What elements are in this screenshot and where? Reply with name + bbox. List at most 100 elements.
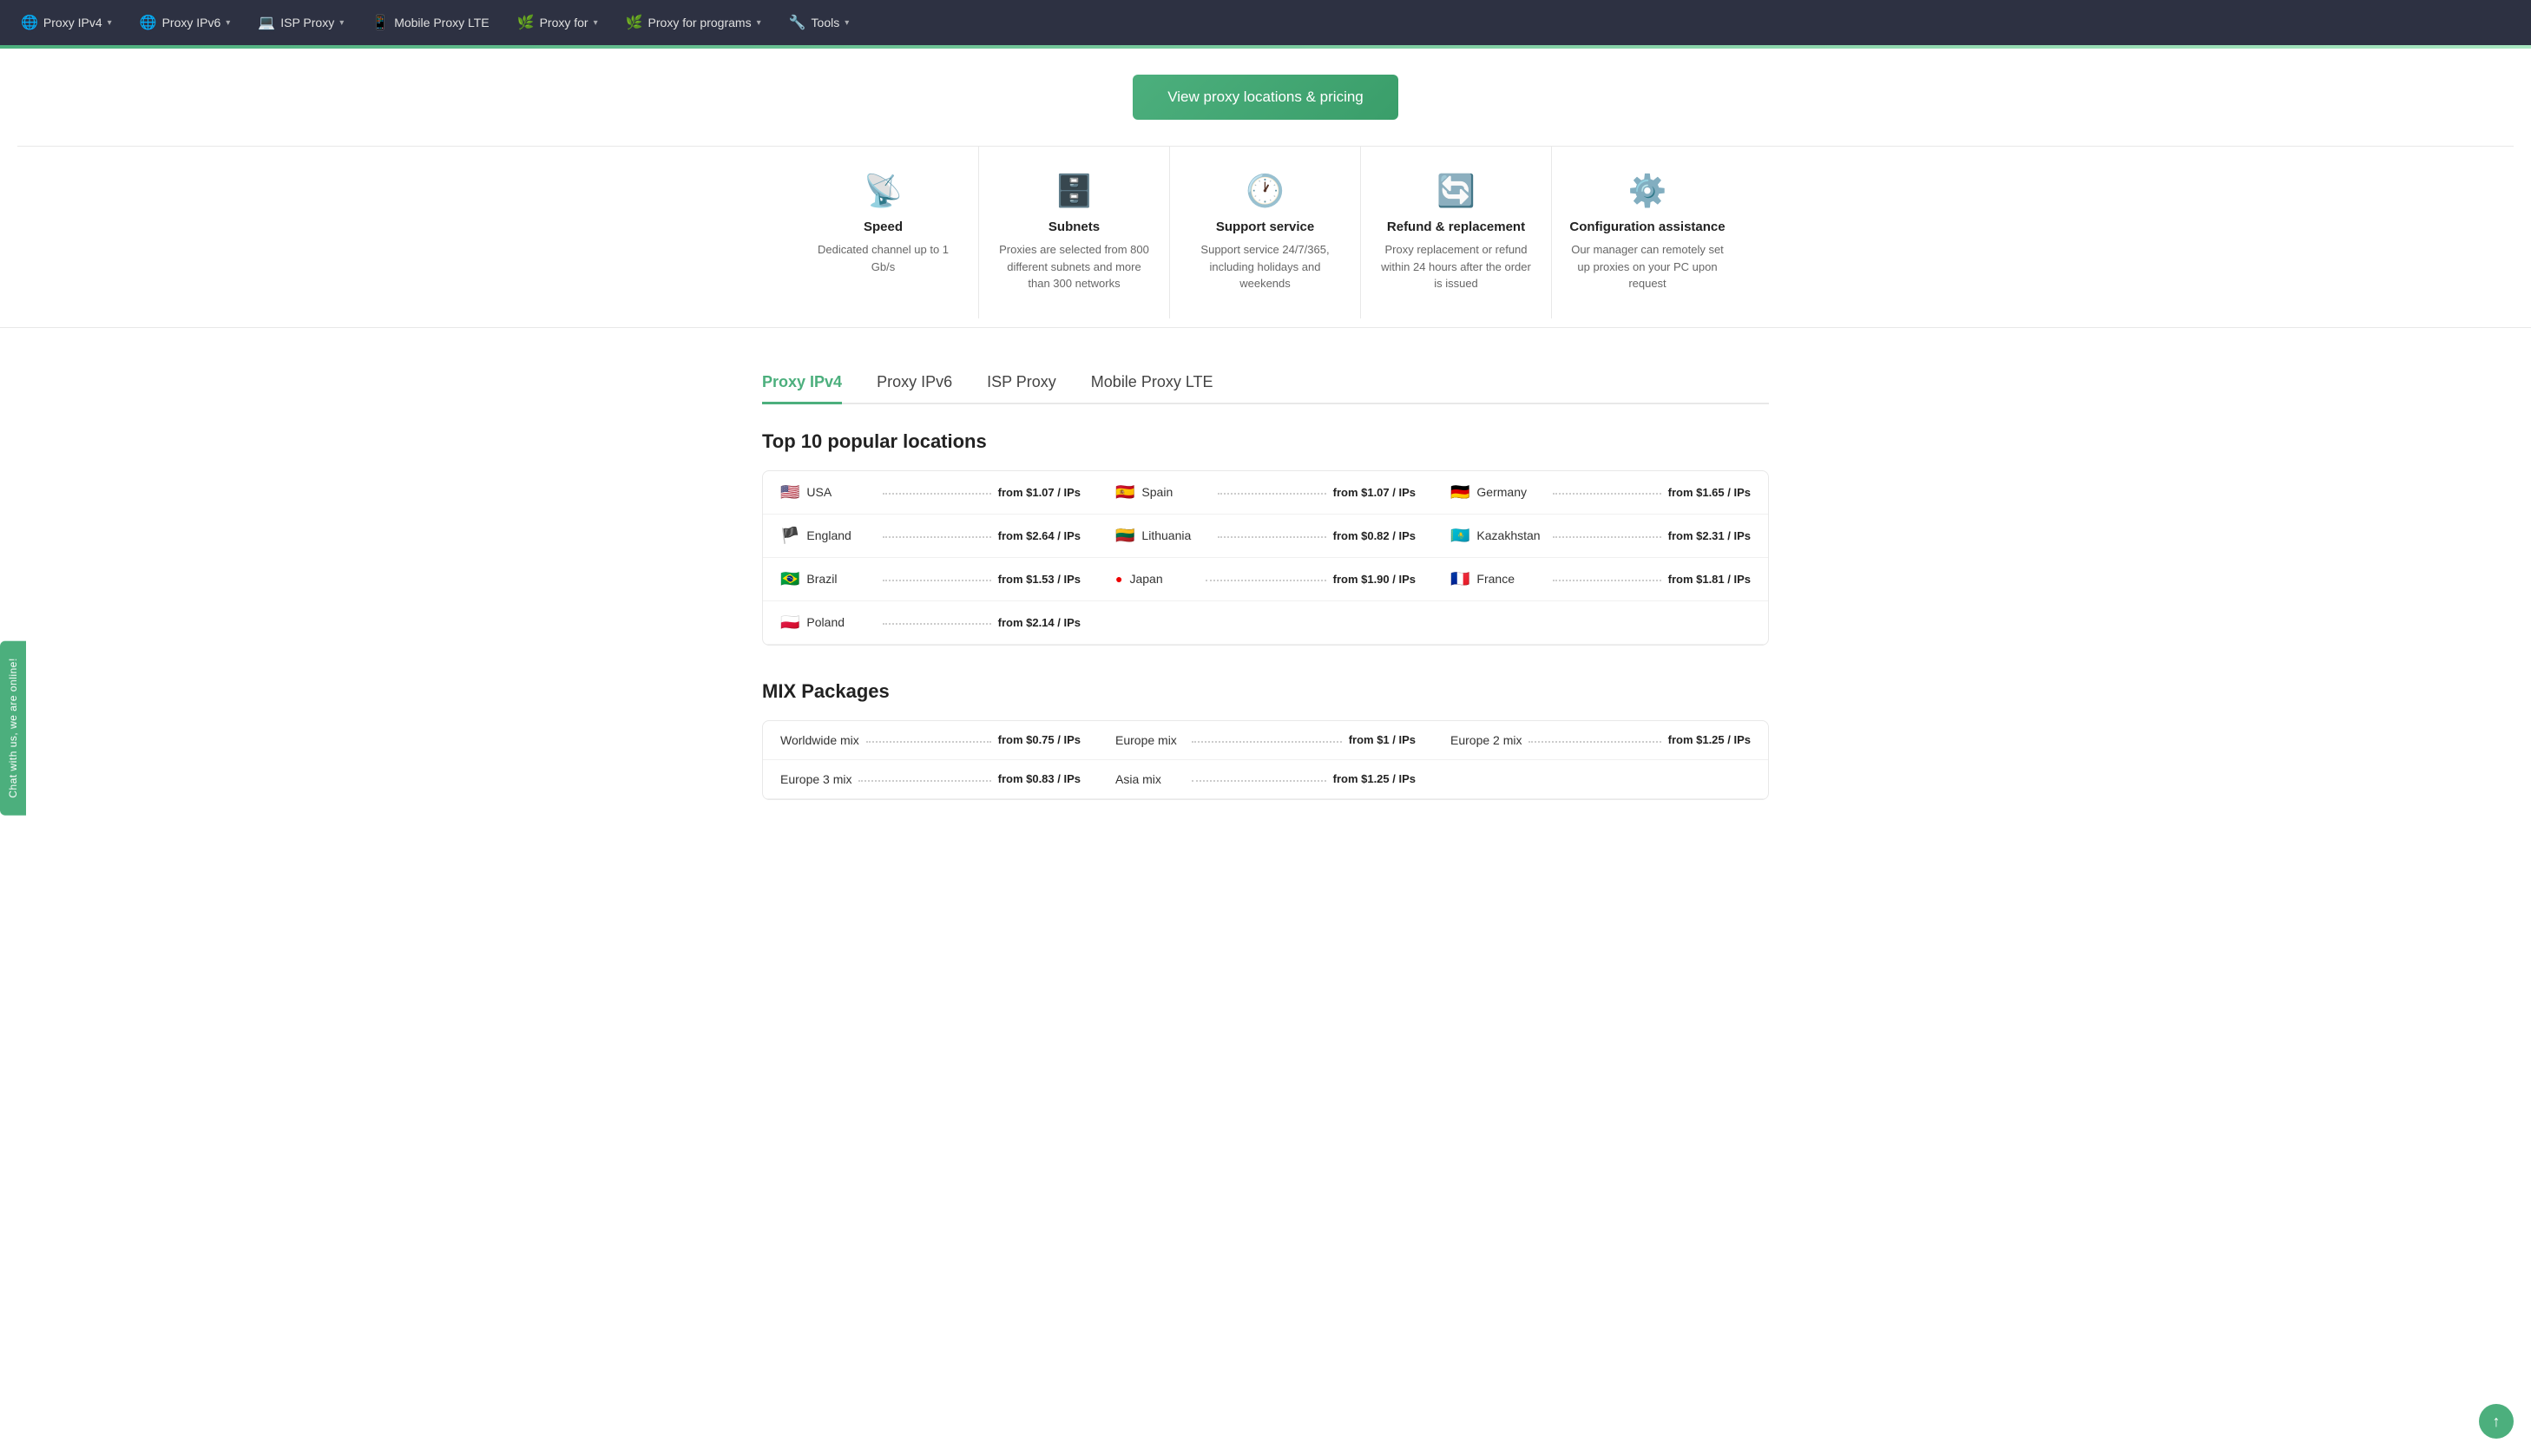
price-england: from $2.64 / IPs (998, 529, 1081, 542)
dots-asia (1192, 780, 1326, 782)
nav-item-tools[interactable]: 🔧 Tools ▾ (777, 7, 862, 38)
mix-europe[interactable]: Europe mix from $1 / IPs (1098, 721, 1433, 760)
price-lithuania: from $0.82 / IPs (1333, 529, 1416, 542)
flag-spain: 🇪🇸 (1115, 483, 1134, 502)
tab-ipv6[interactable]: Proxy IPv6 (877, 363, 952, 404)
flag-usa: 🇺🇸 (780, 483, 799, 502)
flag-japan: ● (1115, 572, 1122, 586)
name-europe: Europe mix (1115, 733, 1185, 747)
location-germany[interactable]: 🇩🇪 Germany from $1.65 / IPs (1433, 471, 1768, 515)
price-europe2: from $1.25 / IPs (1668, 733, 1751, 746)
navigation-bar: 🌐 Proxy IPv4 ▾ 🌐 Proxy IPv6 ▾ 💻 ISP Prox… (0, 0, 2531, 45)
location-japan[interactable]: ● Japan from $1.90 / IPs (1098, 558, 1433, 601)
dots-usa (883, 493, 990, 495)
feature-speed-desc: Dedicated channel up to 1 Gb/s (805, 241, 961, 275)
price-germany: from $1.65 / IPs (1668, 486, 1751, 499)
name-lithuania: Lithuania (1141, 528, 1211, 542)
nav-item-isp[interactable]: 💻 ISP Proxy ▾ (246, 7, 356, 38)
nav-item-ipv6[interactable]: 🌐 Proxy IPv6 ▾ (128, 7, 243, 38)
tab-ipv4[interactable]: Proxy IPv4 (762, 363, 842, 404)
chevron-down-icon: ▾ (108, 18, 112, 28)
refund-icon: 🔄 (1378, 173, 1534, 209)
price-kazakhstan: from $2.31 / IPs (1668, 529, 1751, 542)
name-poland: Poland (806, 615, 876, 629)
chevron-down-icon-3: ▾ (339, 18, 344, 28)
dots-france (1553, 580, 1660, 581)
location-poland[interactable]: 🇵🇱 Poland from $2.14 / IPs (763, 601, 1098, 645)
dots-worldwide (866, 741, 991, 743)
dots-europe3 (858, 780, 990, 782)
location-usa[interactable]: 🇺🇸 USA from $1.07 / IPs (763, 471, 1098, 515)
mix-europe3[interactable]: Europe 3 mix from $0.83 / IPs (763, 760, 1098, 799)
mix-asia[interactable]: Asia mix from $1.25 / IPs (1098, 760, 1433, 799)
name-worldwide: Worldwide mix (780, 733, 859, 747)
dots-spain (1218, 493, 1325, 495)
location-england[interactable]: 🏴 England from $2.64 / IPs (763, 515, 1098, 558)
price-europe: from $1 / IPs (1349, 733, 1416, 746)
feature-speed-title: Speed (805, 220, 961, 234)
location-empty-2 (1433, 601, 1768, 645)
view-locations-button[interactable]: View proxy locations & pricing (1133, 75, 1398, 120)
popular-locations-title: Top 10 popular locations (762, 430, 1769, 453)
name-england: England (806, 528, 876, 542)
price-usa: from $1.07 / IPs (998, 486, 1081, 499)
price-brazil: from $1.53 / IPs (998, 573, 1081, 586)
leaf-icon-2: 🌿 (626, 14, 643, 31)
name-brazil: Brazil (806, 572, 876, 586)
name-europe3: Europe 3 mix (780, 772, 851, 786)
feature-refund-title: Refund & replacement (1378, 220, 1534, 234)
scroll-to-top-button[interactable]: ↑ (2479, 1404, 2514, 1439)
locations-grid: 🇺🇸 USA from $1.07 / IPs 🇪🇸 Spain from $1… (762, 470, 1769, 646)
tabs-section: Proxy IPv4 Proxy IPv6 ISP Proxy Mobile P… (745, 363, 1786, 404)
price-france: from $1.81 / IPs (1668, 573, 1751, 586)
feature-speed: 📡 Speed Dedicated channel up to 1 Gb/s (788, 147, 979, 318)
nav-item-ipv4[interactable]: 🌐 Proxy IPv4 ▾ (9, 7, 124, 38)
nav-item-mobile[interactable]: 📱 Mobile Proxy LTE (359, 7, 501, 38)
location-brazil[interactable]: 🇧🇷 Brazil from $1.53 / IPs (763, 558, 1098, 601)
leaf-icon: 🌿 (517, 14, 535, 31)
nav-item-proxy-for[interactable]: 🌿 Proxy for ▾ (505, 7, 610, 38)
price-japan: from $1.90 / IPs (1333, 573, 1416, 586)
location-spain[interactable]: 🇪🇸 Spain from $1.07 / IPs (1098, 471, 1433, 515)
tab-isp[interactable]: ISP Proxy (987, 363, 1056, 404)
nav-label-tools: Tools (812, 16, 840, 30)
dots-england (883, 536, 990, 538)
name-kazakhstan: Kazakhstan (1476, 528, 1546, 542)
mix-worldwide[interactable]: Worldwide mix from $0.75 / IPs (763, 721, 1098, 760)
dots-europe2 (1528, 741, 1660, 743)
chevron-down-icon-5: ▾ (757, 18, 761, 28)
location-france[interactable]: 🇫🇷 France from $1.81 / IPs (1433, 558, 1768, 601)
flag-lithuania: 🇱🇹 (1115, 527, 1134, 545)
nav-label-proxy-programs: Proxy for programs (648, 16, 752, 30)
chat-widget[interactable]: Chat with us, we are online! (0, 640, 26, 815)
dots-europe (1192, 741, 1342, 743)
name-asia: Asia mix (1115, 772, 1185, 786)
feature-subnets-title: Subnets (996, 220, 1152, 234)
feature-subnets: 🗄️ Subnets Proxies are selected from 800… (979, 147, 1170, 318)
chevron-down-icon-4: ▾ (594, 18, 598, 28)
nav-label-ipv6: Proxy IPv6 (162, 16, 221, 30)
nav-label-proxy-for: Proxy for (540, 16, 588, 30)
location-lithuania[interactable]: 🇱🇹 Lithuania from $0.82 / IPs (1098, 515, 1433, 558)
flag-england: 🏴 (780, 527, 799, 545)
mix-grid: Worldwide mix from $0.75 / IPs Europe mi… (762, 720, 1769, 800)
features-row: 📡 Speed Dedicated channel up to 1 Gb/s 🗄… (17, 146, 2514, 318)
nav-label-ipv4: Proxy IPv4 (43, 16, 102, 30)
nav-label-mobile: Mobile Proxy LTE (394, 16, 489, 30)
mobile-icon: 📱 (371, 14, 389, 31)
nav-item-proxy-programs[interactable]: 🌿 Proxy for programs ▾ (614, 7, 773, 38)
name-germany: Germany (1476, 485, 1546, 499)
price-asia: from $1.25 / IPs (1333, 772, 1416, 785)
location-kazakhstan[interactable]: 🇰🇿 Kazakhstan from $2.31 / IPs (1433, 515, 1768, 558)
hero-section: View proxy locations & pricing 📡 Speed D… (0, 49, 2531, 328)
feature-support: 🕐 Support service Support service 24/7/3… (1170, 147, 1361, 318)
price-poland: from $2.14 / IPs (998, 616, 1081, 629)
feature-config-title: Configuration assistance (1569, 220, 1726, 234)
flag-kazakhstan: 🇰🇿 (1450, 527, 1469, 545)
location-empty-1 (1098, 601, 1433, 645)
nav-label-isp: ISP Proxy (280, 16, 334, 30)
name-spain: Spain (1141, 485, 1211, 499)
mix-europe2[interactable]: Europe 2 mix from $1.25 / IPs (1433, 721, 1768, 760)
feature-config-desc: Our manager can remotely set up proxies … (1569, 241, 1726, 292)
tab-mobile[interactable]: Mobile Proxy LTE (1091, 363, 1213, 404)
